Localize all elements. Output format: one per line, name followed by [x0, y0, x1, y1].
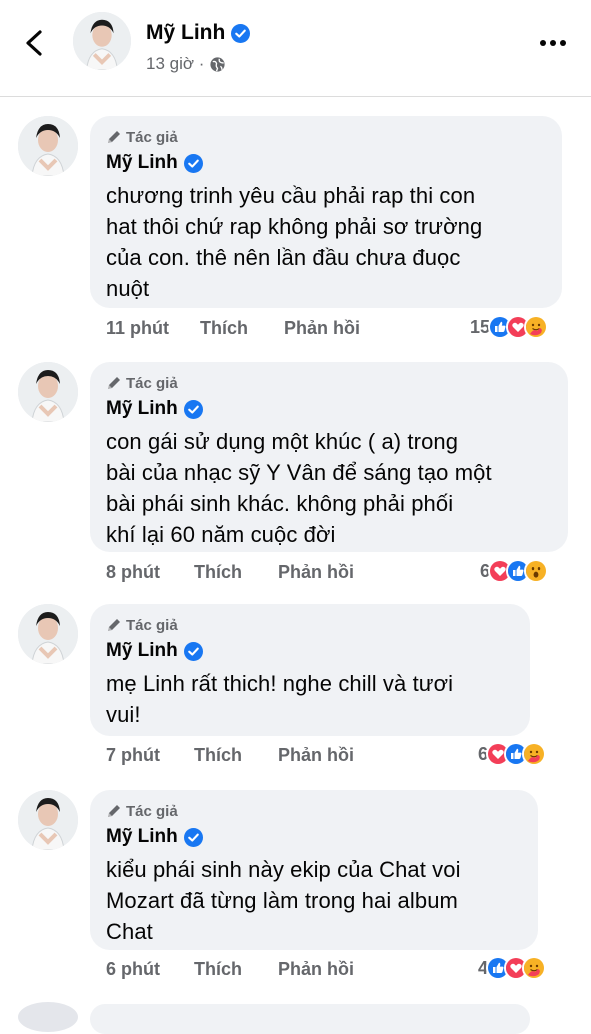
more-horizontal-icon[interactable]: [538, 36, 568, 50]
reaction-summary[interactable]: 15: [470, 315, 549, 339]
pencil-icon: [106, 129, 122, 145]
comment-text-line: con gái sử dụng một khúc ( a) trong: [106, 429, 459, 454]
care-reaction-icon: [522, 956, 547, 980]
comment-text-line: vui!: [106, 702, 141, 727]
reaction-summary[interactable]: 6: [478, 742, 547, 766]
globe-icon: [210, 56, 225, 72]
pencil-icon: [106, 803, 122, 819]
comment-author-name[interactable]: Mỹ Linh: [106, 152, 178, 174]
comment-text: chương trinh yêu cầu phải rap thi con hat…: [106, 180, 546, 304]
verified-badge-icon: [231, 23, 251, 43]
reply-button[interactable]: Phản hồi: [278, 745, 354, 766]
comment-text-line: của con. thê nên lần đầu chưa đuọc: [106, 245, 461, 270]
like-button[interactable]: Thích: [200, 318, 284, 339]
author-badge-label: Tác giả: [126, 616, 178, 634]
avatar[interactable]: [18, 362, 78, 422]
avatar[interactable]: [18, 790, 78, 850]
author-badge: Tác giả: [106, 374, 552, 392]
comment-time[interactable]: 7 phút: [106, 745, 194, 766]
care-reaction-icon: [524, 315, 549, 339]
pencil-icon: [106, 617, 122, 633]
comment-author-name[interactable]: Mỹ Linh: [106, 826, 178, 848]
comment-time[interactable]: 11 phút: [106, 318, 200, 339]
comment-text-line: kiểu phái sinh này ekip của Chat voi: [106, 857, 461, 882]
comment-author[interactable]: Mỹ Linh: [106, 825, 522, 849]
verified-badge-icon: [183, 641, 203, 661]
comment-author-name[interactable]: Mỹ Linh: [106, 640, 178, 662]
next-comment-bubble: [90, 1004, 530, 1034]
comment-text-line: chương trinh yêu cầu phải rap thi con: [106, 183, 476, 208]
reaction-summary[interactable]: 4: [478, 956, 547, 980]
reaction-summary[interactable]: 6: [480, 559, 549, 583]
reply-button[interactable]: Phản hồi: [278, 959, 354, 980]
comment-text-line: Mozart đã từng làm trong hai album: [106, 888, 458, 913]
comment-bubble: Tác giả Mỹ Linh chương trinh yêu cầu phả…: [90, 116, 562, 308]
comment-text: kiểu phái sinh này ekip của Chat voi Moza…: [106, 854, 522, 947]
comment-author[interactable]: Mỹ Linh: [106, 639, 514, 663]
chevron-left-icon[interactable]: [22, 30, 46, 56]
avatar[interactable]: [18, 116, 78, 176]
verified-badge-icon: [183, 153, 203, 173]
author-badge: Tác giả: [106, 802, 522, 820]
verified-badge-icon: [183, 827, 203, 847]
author-badge: Tác giả: [106, 616, 514, 634]
comment-author[interactable]: Mỹ Linh: [106, 151, 546, 175]
like-button[interactable]: Thích: [194, 745, 278, 766]
post-timestamp[interactable]: 13 giờ ·: [146, 54, 226, 74]
reply-button[interactable]: Phản hồi: [278, 562, 354, 583]
author-badge: Tác giả: [106, 128, 546, 146]
care-reaction-icon: [522, 742, 547, 766]
pencil-icon: [106, 375, 122, 391]
verified-badge-icon: [183, 399, 203, 419]
comment-time[interactable]: 8 phút: [106, 562, 194, 583]
comment-text-line: bài phái sinh khác. không phải phối: [106, 491, 454, 516]
comment-text-line: mẹ Linh rất thich! nghe chill và tươi: [106, 671, 454, 696]
avatar[interactable]: [18, 604, 78, 664]
comment-author[interactable]: Mỹ Linh: [106, 397, 552, 421]
wow-reaction-icon: [524, 559, 549, 583]
reaction-count[interactable]: 15: [470, 317, 490, 338]
post-time-text[interactable]: 13 giờ ·: [146, 54, 204, 74]
comment-text: mẹ Linh rất thich! nghe chill và tươi vui…: [106, 668, 514, 730]
comment-text: con gái sử dụng một khúc ( a) trong bài c…: [106, 426, 552, 550]
author-badge-label: Tác giả: [126, 374, 178, 392]
next-comment-avatar: [18, 1002, 78, 1032]
avatar[interactable]: [73, 12, 131, 70]
comment-text-line: nuột: [106, 276, 150, 301]
comment-author-name[interactable]: Mỹ Linh: [106, 398, 178, 420]
comment-bubble: Tác giả Mỹ Linh mẹ Linh rất thich! nghe …: [90, 604, 530, 736]
comment-actions: 7 phút Thích Phản hồi: [106, 745, 354, 766]
comment-time[interactable]: 6 phút: [106, 959, 194, 980]
like-button[interactable]: Thích: [194, 959, 278, 980]
comment-text-line: khí lại 60 năm cuộc đời: [106, 522, 336, 547]
post-header: Mỹ Linh 13 giờ ·: [0, 0, 591, 97]
comment-actions: 11 phút Thích Phản hồi: [106, 318, 360, 339]
comment-bubble: Tác giả Mỹ Linh con gái sử dụng một khúc…: [90, 362, 568, 552]
comment-text-line: hat thôi chứ rap không phải sơ trường: [106, 214, 483, 239]
reply-button[interactable]: Phản hồi: [284, 318, 360, 339]
author-name-text[interactable]: Mỹ Linh: [146, 21, 225, 45]
post-author-name[interactable]: Mỹ Linh: [146, 21, 251, 45]
comment-text-line: bài của nhạc sỹ Y Vân để sáng tạo một: [106, 460, 492, 485]
author-badge-label: Tác giả: [126, 128, 178, 146]
like-button[interactable]: Thích: [194, 562, 278, 583]
comment-text-line: Chat: [106, 919, 153, 944]
author-badge-label: Tác giả: [126, 802, 178, 820]
comment-bubble: Tác giả Mỹ Linh kiểu phái sinh này ekip …: [90, 790, 538, 950]
comment-actions: 6 phút Thích Phản hồi: [106, 959, 354, 980]
comment-actions: 8 phút Thích Phản hồi: [106, 562, 354, 583]
